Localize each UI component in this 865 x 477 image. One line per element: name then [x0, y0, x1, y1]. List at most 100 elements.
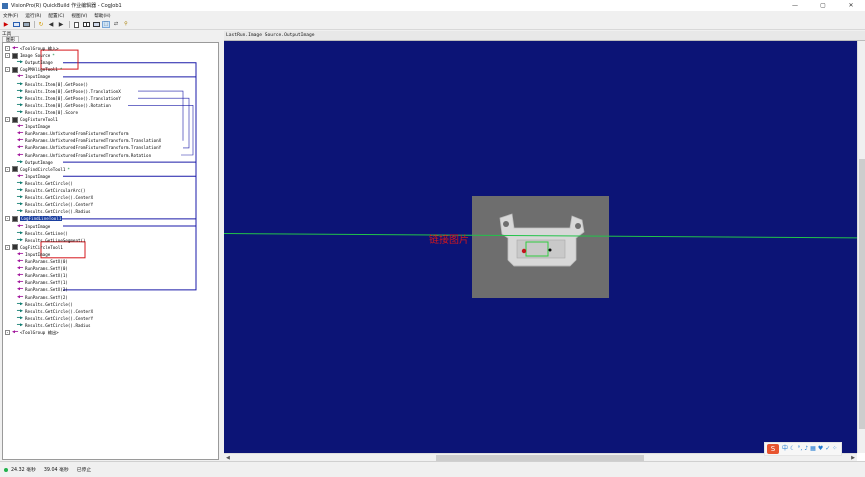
new-button[interactable] — [72, 21, 80, 28]
tree-output-terminal[interactable]: ━▶ Results.Item[0].GetPose().TranslationY — [17, 95, 121, 102]
app-window: VisionPro(R) QuickBuild 作业编辑器 - CogJob1 … — [0, 0, 865, 477]
tree-node-label: RunParams.UnfixturedFromFixturedTransfor… — [25, 131, 129, 137]
tree-output-terminal[interactable]: ━▶ Results.Item[0].GetPose().TranslationX — [17, 88, 121, 95]
tree-output-terminal[interactable]: ━▶ Results.GetLine() — [17, 230, 68, 237]
tree-input-terminal[interactable]: ◀━ RunParams.SetY(1) — [17, 279, 68, 286]
tree-output-terminal[interactable]: ━▶ Results.Item[0].GetPose() — [17, 81, 88, 88]
tree-output-terminal[interactable]: ━▶ Results.GetCircle().Radius — [17, 208, 91, 215]
modified-marker: * — [52, 53, 55, 59]
collapse-icon[interactable]: - — [5, 117, 10, 122]
tree-input-terminal[interactable]: ◀━ InputImage — [17, 223, 50, 230]
tree-input-terminal[interactable]: ◀━ RunParams.SetX(1) — [17, 272, 68, 279]
collapse-icon[interactable]: - — [5, 53, 10, 59]
tree-node-label: RunParams.SetX(0) — [25, 259, 68, 264]
close-button[interactable]: ✕ — [837, 0, 865, 11]
tree-input-terminal[interactable]: ◀━ RunParams.UnfixturedFromFixturedTransf… — [17, 130, 128, 137]
ime-punct-icon[interactable]: °, — [797, 443, 802, 455]
tree-input-terminal[interactable]: - ◀━ <ToolGroup 输出> — [5, 329, 59, 336]
tree-output-terminal[interactable]: ━▶ Results.GetCircle().CenterX — [17, 308, 93, 315]
arrow-right-icon: ━▶ — [17, 194, 24, 201]
tool-select-button[interactable]: ⬚ — [102, 21, 110, 28]
tree-tool-node[interactable]: - CogFindLineTool1 — [5, 215, 63, 222]
tree-tool-node[interactable]: - CogFitCircleTool1 — [5, 244, 63, 251]
menu-config[interactable]: 配置(C) — [48, 13, 64, 19]
ime-grid-icon[interactable]: ⁘ — [832, 443, 837, 455]
grid-button[interactable] — [82, 21, 90, 28]
maximize-button[interactable]: ▢ — [809, 0, 837, 11]
image-button[interactable] — [22, 21, 30, 28]
collapse-icon[interactable]: - — [5, 67, 10, 73]
tree-input-terminal[interactable]: ◀━ InputImage — [17, 251, 50, 258]
horizontal-scrollbar[interactable]: ◀ ▶ — [224, 453, 857, 461]
back-button[interactable]: ◀ — [47, 21, 55, 28]
tree-input-terminal[interactable]: ◀━ InputImage — [17, 73, 50, 80]
menu-view[interactable]: 视图(V) — [71, 13, 87, 19]
menu-file[interactable]: 文件(F) — [3, 13, 18, 19]
tree-input-terminal[interactable]: ◀━ RunParams.UnfixturedFromFixturedTransf… — [17, 152, 151, 159]
window-title: VisionPro(R) QuickBuild 作业编辑器 - CogJob1 — [11, 3, 122, 9]
tree-input-terminal[interactable]: ◀━ RunParams.SetX(0) — [17, 258, 68, 265]
tree-tool-node[interactable]: - CogFindCircleTool1 * — [5, 166, 70, 173]
minimize-button[interactable]: — — [781, 0, 809, 11]
arrow-left-icon: ◀━ — [17, 123, 24, 130]
tree-output-terminal[interactable]: ━▶ Results.GetCircle().CenterY — [17, 201, 93, 208]
tree-input-terminal[interactable]: - ◀━ <ToolGroup 输入> — [5, 45, 59, 52]
tool-tree[interactable]: - ◀━ <ToolGroup 输入> - Image Source * ━▶ OutputI… — [2, 42, 219, 460]
tree-output-terminal[interactable]: ━▶ Results.Item[0].Score — [17, 109, 78, 116]
image-canvas[interactable]: 链接图片 — [224, 41, 857, 453]
ime-toolbar[interactable]: S 中 ☾ °, ♪ ▦ ♥ ✓ ⁘ — [764, 442, 843, 456]
vertical-scroll-thumb[interactable] — [859, 159, 865, 429]
menu-run[interactable]: 运行(R) — [25, 13, 41, 19]
collapse-icon[interactable]: - — [5, 244, 10, 250]
tree-output-terminal[interactable]: ━▶ Results.GetCircularArc() — [17, 187, 86, 194]
link-button[interactable]: ⇄ — [112, 21, 120, 28]
ime-tools-icon[interactable]: ✓ — [825, 443, 830, 455]
arrow-left-icon: ◀━ — [17, 250, 24, 257]
menu-help[interactable]: 帮助(H) — [94, 13, 110, 19]
tree-input-terminal[interactable]: ◀━ InputImage — [17, 123, 50, 130]
tree-tool-node[interactable]: - CogFixtureTool1 — [5, 116, 58, 123]
collapse-icon[interactable]: - — [5, 166, 10, 172]
collapse-icon[interactable]: - — [5, 330, 10, 335]
tree-output-terminal[interactable]: ━▶ Results.GetLineSegment() — [17, 237, 86, 244]
ime-moon-icon[interactable]: ☾ — [790, 443, 795, 455]
vertical-scrollbar[interactable] — [857, 41, 865, 453]
tree-output-terminal[interactable]: ━▶ Results.GetCircle() — [17, 301, 73, 308]
tree-node-label: InputImage — [25, 74, 51, 80]
forward-button[interactable]: ▶ — [57, 21, 65, 28]
tree-input-terminal[interactable]: ◀━ RunParams.SetX(2) — [17, 286, 68, 293]
tree-input-terminal[interactable]: ◀━ InputImage — [17, 173, 50, 180]
tree-output-terminal[interactable]: ━▶ OutputImage — [17, 59, 53, 66]
tree-node-label: RunParams.UnfixturedFromFixturedTransfor… — [25, 145, 162, 151]
tree-output-terminal[interactable]: ━▶ Results.GetCircle().Radius — [17, 322, 91, 329]
ime-mic-icon[interactable]: ♪ — [804, 443, 808, 455]
collapse-icon[interactable]: - — [5, 46, 10, 51]
layout-button[interactable] — [92, 21, 100, 28]
run-once-button[interactable]: ▶ — [2, 21, 10, 28]
show-results-button[interactable] — [12, 21, 20, 28]
tree-node-label: Results.GetCircle().CenterY — [25, 202, 94, 208]
tree-output-terminal[interactable]: ━▶ OutputImage — [17, 159, 53, 166]
tree-input-terminal[interactable]: ◀━ RunParams.UnfixturedFromFixturedTransf… — [17, 137, 161, 144]
properties-button[interactable]: ⚲ — [122, 21, 130, 28]
tree-input-terminal[interactable]: ◀━ RunParams.UnfixturedFromFixturedTransf… — [17, 144, 161, 151]
arrow-right-icon: ━▶ — [17, 208, 24, 215]
tree-output-terminal[interactable]: ━▶ Results.Item[0].GetPose().Rotation — [17, 102, 111, 109]
tree-output-terminal[interactable]: ━▶ Results.GetCircle().CenterY — [17, 315, 93, 322]
tree-input-terminal[interactable]: ◀━ RunParams.SetY(2) — [17, 294, 68, 301]
tree-tool-node[interactable]: - CogPMAlignTool1 * — [5, 66, 62, 73]
tree-input-terminal[interactable]: ◀━ RunParams.SetY(0) — [17, 265, 68, 272]
tree-node-label: Image Source — [20, 53, 51, 59]
collapse-icon[interactable]: - — [5, 216, 10, 222]
status-bar: 24.32 毫秒 39.04 毫秒 已停止 — [0, 461, 865, 477]
arrow-right-icon: ━▶ — [17, 229, 24, 236]
reset-button[interactable]: ↻ — [37, 21, 45, 28]
tree-output-terminal[interactable]: ━▶ Results.GetCircle().CenterX — [17, 194, 93, 201]
tree-tool-node[interactable]: - Image Source * — [5, 52, 55, 59]
tree-node-label: OutputImage — [25, 60, 53, 66]
ime-lang[interactable]: 中 — [782, 443, 788, 455]
ime-skin-icon[interactable]: ♥ — [818, 443, 823, 455]
tree-output-terminal[interactable]: ━▶ Results.GetCircle() — [17, 180, 73, 187]
ime-keyboard-icon[interactable]: ▦ — [810, 443, 816, 455]
tree-node-label: OutputImage — [25, 159, 53, 165]
